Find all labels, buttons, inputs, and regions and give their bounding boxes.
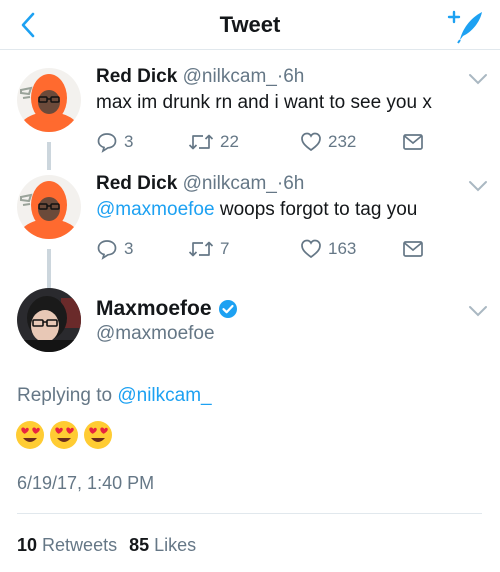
reply-icon — [97, 240, 117, 260]
heart-eyes-emoji — [84, 421, 112, 449]
reply-count: 3 — [124, 239, 134, 258]
heart-eyes-emoji — [50, 421, 78, 449]
heart-eyes-emoji — [16, 421, 44, 449]
retweets-count: 10 — [17, 535, 38, 555]
tweet-header: Red Dick @nilkcam_·6h — [96, 173, 304, 195]
verified-badge-icon — [218, 300, 237, 318]
thread-tweet[interactable]: Red Dick @nilkcam_·6h max im drunk rn an… — [0, 50, 500, 170]
thread-tweet[interactable]: Red Dick @nilkcam_·6h @maxmoefoe woops f… — [0, 157, 500, 289]
avatar[interactable] — [17, 68, 81, 132]
tweet-text: max im drunk rn and i want to see you x — [96, 92, 432, 114]
reply-icon — [97, 133, 117, 153]
author-name[interactable]: Red Dick — [96, 66, 177, 87]
reply-button[interactable]: 3 — [96, 237, 133, 261]
author-handle[interactable]: @maxmoefoe — [96, 323, 215, 345]
retweet-button[interactable]: 7 — [188, 237, 229, 261]
retweets-label: Retweets — [42, 535, 118, 555]
like-button[interactable]: 163 — [300, 237, 356, 261]
thread-connector — [47, 249, 51, 289]
share-button[interactable] — [402, 237, 430, 261]
tweet-text: @maxmoefoe woops forgot to tag you — [96, 199, 417, 221]
tweet-stats: 10 Retweets 85 Likes — [17, 535, 208, 556]
retweet-icon — [188, 241, 214, 257]
likes-count: 85 — [129, 535, 150, 555]
replying-to: Replying to @nilkcam_ — [17, 385, 212, 407]
envelope-icon — [403, 134, 423, 150]
chevron-down-icon[interactable] — [468, 304, 488, 318]
action-bar: 3 22 232 — [96, 130, 436, 154]
likes-stat[interactable]: 85 Likes — [129, 535, 196, 556]
like-count: 232 — [328, 132, 357, 151]
likes-label: Likes — [154, 535, 197, 555]
author-handle[interactable]: @nilkcam_ — [183, 173, 277, 194]
tweet-text — [15, 420, 117, 452]
author-name-text: Maxmoefoe — [96, 297, 212, 320]
retweet-icon — [188, 134, 214, 150]
chevron-down-icon[interactable] — [468, 179, 488, 193]
timestamp: 6h — [283, 173, 305, 194]
tweet-text-content: max im drunk rn and i want to see you x — [96, 92, 432, 113]
author-handle[interactable]: @nilkcam_ — [183, 66, 277, 87]
timestamp: 6h — [283, 66, 305, 87]
tweet-text-content: woops forgot to tag you — [214, 199, 418, 220]
reply-count: 3 — [124, 132, 134, 151]
reply-button[interactable]: 3 — [96, 130, 133, 154]
chevron-down-icon[interactable] — [468, 72, 488, 86]
heart-icon — [301, 239, 321, 259]
replying-prefix: Replying to — [17, 385, 118, 406]
tweet-header: Red Dick @nilkcam_·6h — [96, 66, 304, 88]
top-bar: Tweet — [0, 0, 500, 50]
author-name[interactable]: Maxmoefoe — [96, 297, 238, 321]
like-count: 163 — [328, 239, 357, 258]
retweet-button[interactable]: 22 — [188, 130, 239, 154]
mention-link[interactable]: @maxmoefoe — [96, 199, 215, 220]
share-button[interactable] — [402, 130, 430, 154]
action-bar: 3 7 163 — [96, 237, 436, 261]
retweets-stat[interactable]: 10 Retweets — [17, 535, 117, 556]
avatar[interactable] — [17, 175, 81, 239]
envelope-icon — [403, 241, 423, 257]
page-title: Tweet — [219, 12, 281, 37]
avatar[interactable] — [17, 288, 81, 352]
tweet-date[interactable]: 6/19/17, 1:40 PM — [17, 473, 154, 494]
mention-link[interactable]: @nilkcam_ — [117, 385, 211, 406]
retweet-count: 7 — [220, 239, 230, 258]
compose-tweet-icon[interactable] — [446, 6, 486, 44]
divider — [17, 513, 482, 514]
author-name[interactable]: Red Dick — [96, 173, 177, 194]
like-button[interactable]: 232 — [300, 130, 356, 154]
retweet-count: 22 — [220, 132, 239, 151]
heart-icon — [301, 132, 321, 152]
